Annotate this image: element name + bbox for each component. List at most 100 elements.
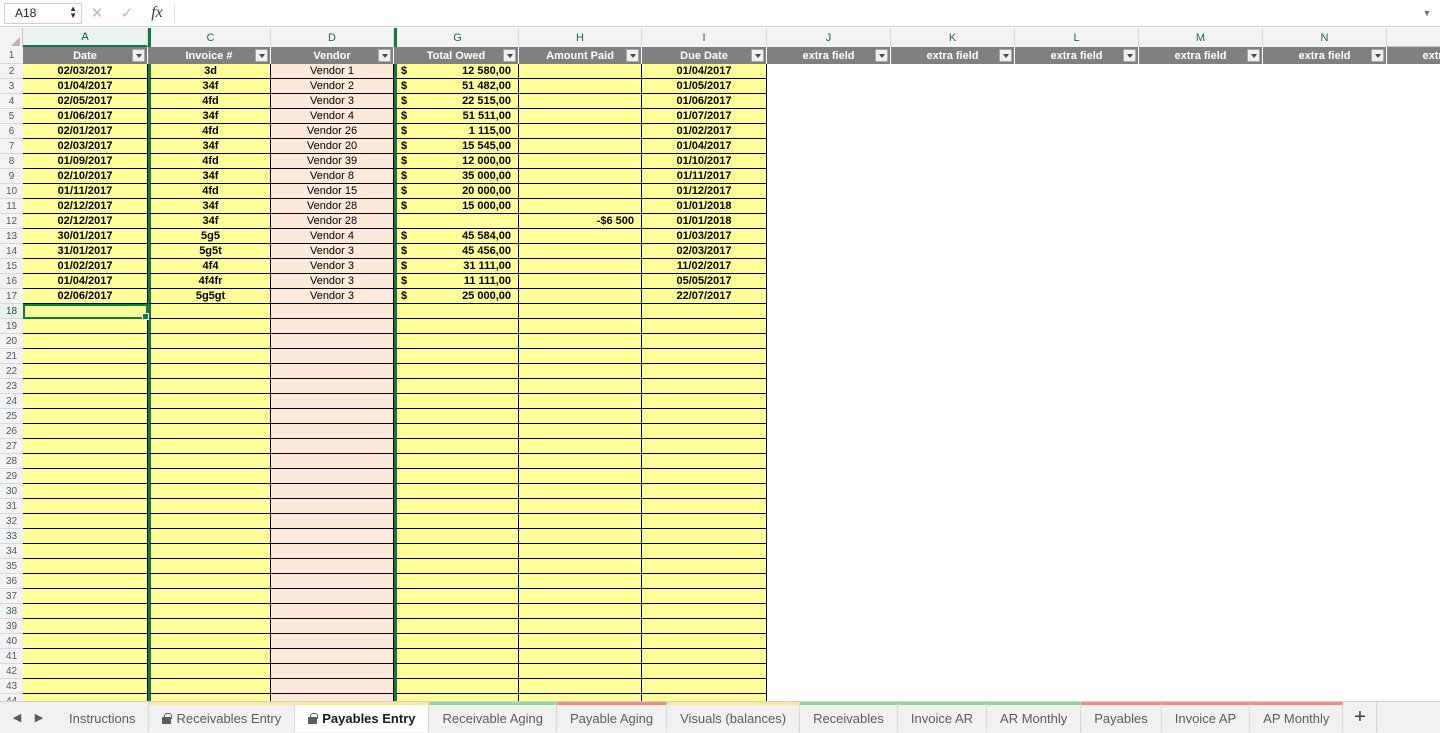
row-header-38[interactable]: 38: [0, 604, 23, 619]
row-header-10[interactable]: 10: [0, 184, 23, 199]
cell-invoice-r33[interactable]: [148, 529, 271, 544]
cell-date-r9[interactable]: 02/10/2017: [23, 169, 148, 184]
cell-date-r2[interactable]: 02/03/2017: [23, 64, 148, 79]
cell-date-r22[interactable]: [23, 364, 148, 379]
cell-date-r12[interactable]: 02/12/2017: [23, 214, 148, 229]
cell-date-r18[interactable]: [23, 304, 148, 319]
row-header-28[interactable]: 28: [0, 454, 23, 469]
cell-amount-paid-r43[interactable]: [519, 679, 642, 694]
cell-amount-paid-r22[interactable]: [519, 364, 642, 379]
cell-vendor-r30[interactable]: [271, 484, 394, 499]
filter-dropdown-icon[interactable]: [1247, 49, 1260, 62]
cell-due-date-r2[interactable]: 01/04/2017: [642, 64, 767, 79]
cell-total-owed-r16[interactable]: $11 111,00: [394, 274, 519, 289]
cell-due-date-r40[interactable]: [642, 634, 767, 649]
sheet-tab-visuals-balances[interactable]: Visuals (balances): [667, 702, 801, 732]
cell-total-owed-r38[interactable]: [394, 604, 519, 619]
row-header-3[interactable]: 3: [0, 79, 23, 94]
cell-vendor-r25[interactable]: [271, 409, 394, 424]
cell-total-owed-r36[interactable]: [394, 574, 519, 589]
cell-date-r30[interactable]: [23, 484, 148, 499]
cell-vendor-r16[interactable]: Vendor 3: [271, 274, 394, 289]
cell-date-r33[interactable]: [23, 529, 148, 544]
row-header-20[interactable]: 20: [0, 334, 23, 349]
cell-total-owed-r8[interactable]: $12 000,00: [394, 154, 519, 169]
cell-invoice-r24[interactable]: [148, 394, 271, 409]
cell-amount-paid-r14[interactable]: [519, 244, 642, 259]
cell-invoice-r26[interactable]: [148, 424, 271, 439]
cell-total-owed-r17[interactable]: $25 000,00: [394, 289, 519, 304]
cell-vendor-r32[interactable]: [271, 514, 394, 529]
cell-due-date-r30[interactable]: [642, 484, 767, 499]
column-header-c[interactable]: C: [148, 28, 271, 47]
cell-vendor-r22[interactable]: [271, 364, 394, 379]
row-header-2[interactable]: 2: [0, 64, 23, 79]
cell-vendor-r37[interactable]: [271, 589, 394, 604]
sheet-tab-receivable-aging[interactable]: Receivable Aging: [429, 702, 557, 732]
cell-total-owed-r32[interactable]: [394, 514, 519, 529]
cell-vendor-r24[interactable]: [271, 394, 394, 409]
cell-date-r10[interactable]: 01/11/2017: [23, 184, 148, 199]
row-header-7[interactable]: 7: [0, 139, 23, 154]
cell-vendor-r13[interactable]: Vendor 4: [271, 229, 394, 244]
cell-vendor-r39[interactable]: [271, 619, 394, 634]
sheet-tab-instructions[interactable]: Instructions: [56, 702, 150, 732]
cell-date-r15[interactable]: 01/02/2017: [23, 259, 148, 274]
cell-amount-paid-r9[interactable]: [519, 169, 642, 184]
cell-invoice-r43[interactable]: [148, 679, 271, 694]
row-header-1[interactable]: 1: [0, 47, 23, 64]
cell-vendor-r18[interactable]: [271, 304, 394, 319]
cell-amount-paid-r34[interactable]: [519, 544, 642, 559]
cell-date-r44[interactable]: [23, 694, 148, 701]
cell-due-date-r33[interactable]: [642, 529, 767, 544]
column-header-i[interactable]: I: [642, 28, 767, 47]
row-header-27[interactable]: 27: [0, 439, 23, 454]
cell-date-r38[interactable]: [23, 604, 148, 619]
cell-invoice-r16[interactable]: 4f4fr: [148, 274, 271, 289]
cell-invoice-r31[interactable]: [148, 499, 271, 514]
sheet-body[interactable]: Date Invoice # Vendor Total Owed Amount Paid…: [23, 47, 1440, 701]
cell-vendor-r17[interactable]: Vendor 3: [271, 289, 394, 304]
row-header-13[interactable]: 13: [0, 229, 23, 244]
cell-date-r36[interactable]: [23, 574, 148, 589]
sheet-tab-receivables-entry[interactable]: Receivables Entry: [149, 702, 296, 732]
cell-amount-paid-r6[interactable]: [519, 124, 642, 139]
cell-total-owed-r37[interactable]: [394, 589, 519, 604]
row-header-42[interactable]: 42: [0, 664, 23, 679]
cell-total-owed-r22[interactable]: [394, 364, 519, 379]
cell-invoice-r17[interactable]: 5g5gt: [148, 289, 271, 304]
cell-due-date-r28[interactable]: [642, 454, 767, 469]
row-header-41[interactable]: 41: [0, 649, 23, 664]
row-header-26[interactable]: 26: [0, 424, 23, 439]
formula-input[interactable]: [177, 0, 1414, 26]
cell-amount-paid-r3[interactable]: [519, 79, 642, 94]
cell-date-r4[interactable]: 02/05/2017: [23, 94, 148, 109]
cell-total-owed-r18[interactable]: [394, 304, 519, 319]
cell-invoice-r10[interactable]: 4fd: [148, 184, 271, 199]
cell-date-r41[interactable]: [23, 649, 148, 664]
cell-date-r34[interactable]: [23, 544, 148, 559]
cell-due-date-r17[interactable]: 22/07/2017: [642, 289, 767, 304]
filter-dropdown-icon[interactable]: [1371, 49, 1384, 62]
row-header-44[interactable]: 44: [0, 694, 23, 701]
row-header-34[interactable]: 34: [0, 544, 23, 559]
cell-date-r19[interactable]: [23, 319, 148, 334]
cell-vendor-r35[interactable]: [271, 559, 394, 574]
cell-due-date-r7[interactable]: 01/04/2017: [642, 139, 767, 154]
cell-amount-paid-r21[interactable]: [519, 349, 642, 364]
column-header-k[interactable]: K: [891, 28, 1015, 47]
cell-amount-paid-r29[interactable]: [519, 469, 642, 484]
row-header-5[interactable]: 5: [0, 109, 23, 124]
cell-date-r11[interactable]: 02/12/2017: [23, 199, 148, 214]
row-header-39[interactable]: 39: [0, 619, 23, 634]
cell-total-owed-r28[interactable]: [394, 454, 519, 469]
cell-amount-paid-r18[interactable]: [519, 304, 642, 319]
cell-invoice-r42[interactable]: [148, 664, 271, 679]
cell-invoice-r23[interactable]: [148, 379, 271, 394]
cell-amount-paid-r36[interactable]: [519, 574, 642, 589]
cell-invoice-r25[interactable]: [148, 409, 271, 424]
cell-vendor-r5[interactable]: Vendor 4: [271, 109, 394, 124]
cell-amount-paid-r32[interactable]: [519, 514, 642, 529]
cell-invoice-r35[interactable]: [148, 559, 271, 574]
cell-vendor-r9[interactable]: Vendor 8: [271, 169, 394, 184]
